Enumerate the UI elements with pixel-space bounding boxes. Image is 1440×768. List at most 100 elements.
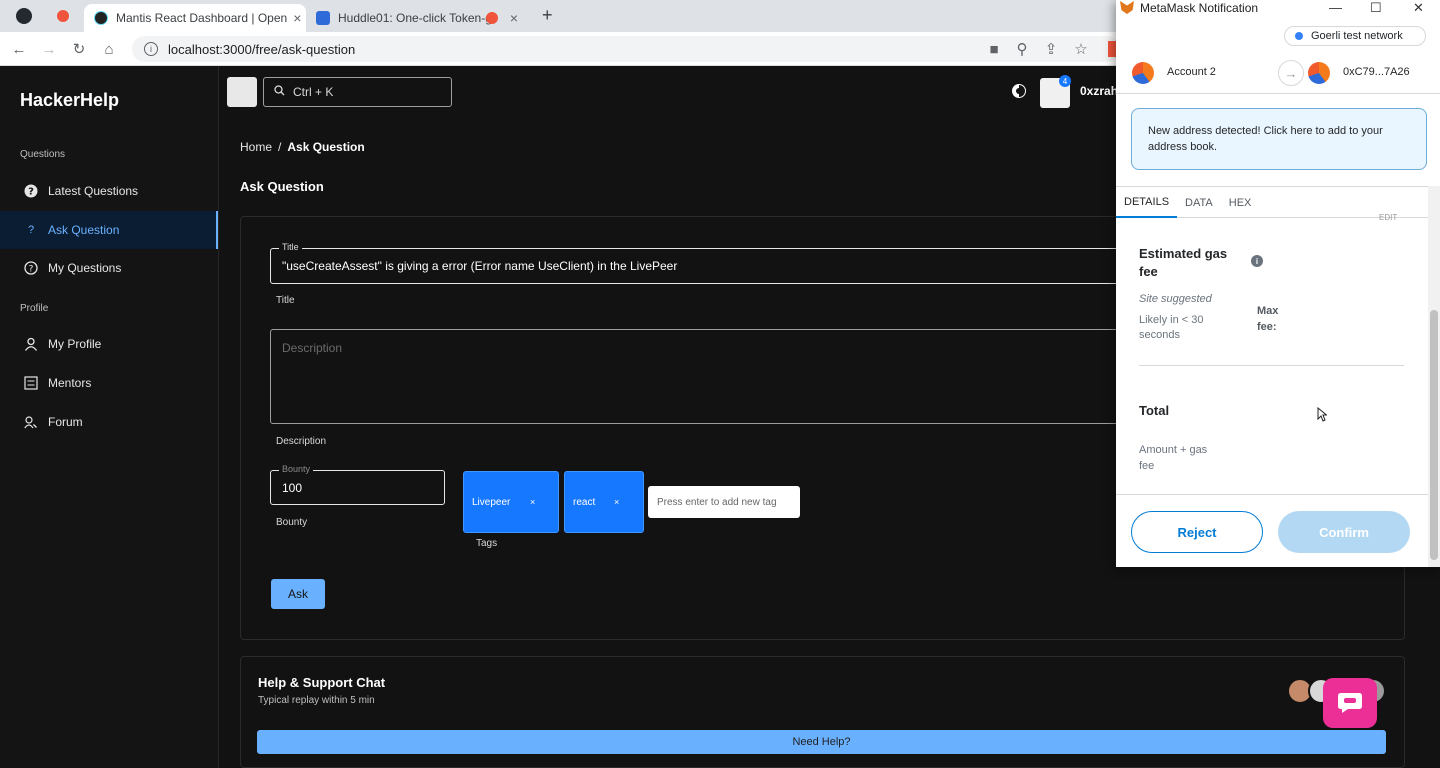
menu-toggle-button[interactable] xyxy=(227,77,257,107)
site-suggested: Site suggested xyxy=(1139,293,1212,305)
share-icon[interactable]: ⇪ xyxy=(1040,38,1062,60)
question-circle-icon: ? xyxy=(24,261,38,275)
sidebar-item-label: Ask Question xyxy=(48,223,120,237)
ask-button[interactable]: Ask xyxy=(271,579,325,609)
max-fee-line-1: Max xyxy=(1257,305,1279,317)
tab-huddle[interactable]: Huddle01: One-click Token-g × xyxy=(306,4,528,32)
new-address-alert[interactable]: New address detected! Click here to add … xyxy=(1131,108,1427,170)
recording-icon xyxy=(486,12,498,24)
tag-remove-icon[interactable]: × xyxy=(614,497,619,507)
recording-icon[interactable] xyxy=(57,10,69,22)
info-icon[interactable]: i xyxy=(144,42,158,56)
recipient-avatar-icon xyxy=(1308,62,1330,84)
tags-helper: Tags xyxy=(476,538,498,549)
section-questions: Questions xyxy=(20,149,66,160)
title-field[interactable]: Title "useCreateAssest" is giving a erro… xyxy=(270,242,1130,284)
network-selector[interactable]: Goerli test network xyxy=(1284,26,1426,46)
search-input[interactable]: Ctrl + K xyxy=(263,77,452,107)
to-address[interactable]: 0xC79...7A26 xyxy=(1343,66,1410,78)
notification-badge: 4 xyxy=(1059,75,1071,87)
theme-toggle-icon[interactable] xyxy=(1009,81,1029,101)
metamask-footer: Reject Confirm xyxy=(1116,494,1440,567)
star-icon[interactable]: ☆ xyxy=(1070,38,1092,60)
reload-icon[interactable]: ↻ xyxy=(68,38,90,60)
sidebar-item-mentors[interactable]: Mentors xyxy=(0,364,218,402)
breadcrumb: Home / Ask Question xyxy=(240,140,365,154)
network-dot-icon xyxy=(1295,32,1303,40)
likely-time-line-2: seconds xyxy=(1139,329,1180,341)
account-avatar-icon xyxy=(1132,62,1154,84)
tag-input[interactable]: Press enter to add new tag xyxy=(648,486,800,518)
github-icon[interactable] xyxy=(16,8,32,24)
metamask-titlebar: MetaMask Notification — ☐ ✕ xyxy=(1116,0,1440,18)
tag-label: Livepeer xyxy=(472,496,511,508)
chat-bubble-button[interactable] xyxy=(1323,678,1377,728)
description-field[interactable]: Description xyxy=(270,329,1130,424)
minimize-icon[interactable]: — xyxy=(1329,0,1342,15)
user-name[interactable]: 0xzrah xyxy=(1080,84,1118,98)
search-placeholder: Ctrl + K xyxy=(293,85,334,99)
tab-title: Huddle01: One-click Token-g xyxy=(338,11,492,25)
tag-input-placeholder: Press enter to add new tag xyxy=(657,496,777,508)
back-icon[interactable]: ← xyxy=(8,38,30,60)
question-icon: ? xyxy=(27,224,35,236)
amount-gas-fee: Amount + gas fee xyxy=(1139,442,1207,474)
likely-time: Likely in < 30 seconds xyxy=(1139,313,1204,343)
huddle-icon xyxy=(316,11,330,25)
breadcrumb-separator: / xyxy=(278,140,282,154)
tag-chip[interactable]: react × xyxy=(564,471,644,533)
info-icon[interactable]: i xyxy=(1251,255,1263,267)
gas-fee-title-line-1: Estimated gas xyxy=(1139,246,1228,261)
from-account[interactable]: Account 2 xyxy=(1167,66,1216,78)
react-icon xyxy=(94,11,108,25)
confirm-button[interactable]: Confirm xyxy=(1278,511,1410,553)
notification-button[interactable]: 4 xyxy=(1040,75,1071,108)
svg-text:?: ? xyxy=(28,187,34,198)
sidebar-item-my-questions[interactable]: ? My Questions xyxy=(0,249,218,287)
metamask-window: MetaMask Notification — ☐ ✕ Goerli test … xyxy=(1116,0,1440,567)
tag-chip[interactable]: Livepeer × xyxy=(463,471,559,533)
gas-fee-title: Estimated gas fee xyxy=(1139,245,1227,281)
sidebar-item-forum[interactable]: Forum xyxy=(0,403,218,441)
tab-details[interactable]: DETAILS xyxy=(1116,187,1178,218)
tab-mantis[interactable]: Mantis React Dashboard | Open × xyxy=(84,4,306,32)
sidebar-item-ask-question[interactable]: ? Ask Question xyxy=(0,211,218,249)
section-profile: Profile xyxy=(20,303,49,314)
title-value: "useCreateAssest" is giving a error (Err… xyxy=(282,259,678,273)
max-fee-line-2: fee: xyxy=(1257,321,1277,333)
zoom-icon[interactable]: ⚲ xyxy=(1011,38,1033,60)
sidebar-item-label: My Profile xyxy=(48,337,102,351)
network-name: Goerli test network xyxy=(1311,30,1403,42)
new-tab-button[interactable]: + xyxy=(542,5,553,26)
bounty-value: 100 xyxy=(282,481,303,495)
bounty-field[interactable]: Bounty 100 xyxy=(270,464,445,505)
close-icon[interactable]: × xyxy=(504,10,518,26)
close-icon[interactable]: × xyxy=(287,10,301,26)
tab-data[interactable]: DATA xyxy=(1177,187,1221,218)
edit-link[interactable]: EDIT xyxy=(1379,213,1397,221)
sidebar-item-latest-questions[interactable]: ? Latest Questions xyxy=(0,172,218,210)
address-bar[interactable]: i localhost:3000/free/ask-question xyxy=(132,36,1120,62)
window-title: MetaMask Notification xyxy=(1140,1,1259,15)
forward-icon[interactable]: → xyxy=(38,38,60,60)
extension-icon[interactable] xyxy=(1108,41,1116,57)
scrollbar-thumb[interactable] xyxy=(1430,310,1438,560)
reject-button[interactable]: Reject xyxy=(1131,511,1263,553)
max-fee: Max fee: xyxy=(1257,303,1278,335)
brand-logo[interactable]: HackerHelp xyxy=(20,90,119,111)
tag-remove-icon[interactable]: × xyxy=(530,497,535,507)
sidebar-item-my-profile[interactable]: My Profile xyxy=(0,325,218,363)
tab-title: Mantis React Dashboard | Open xyxy=(116,11,288,25)
maximize-icon[interactable]: ☐ xyxy=(1370,0,1382,16)
camera-icon[interactable]: ■ xyxy=(983,38,1005,60)
gas-fee-title-line-2: fee xyxy=(1139,264,1158,279)
home-icon[interactable]: ⌂ xyxy=(98,38,120,60)
bounty-helper: Bounty xyxy=(276,517,308,528)
tab-hex[interactable]: HEX xyxy=(1221,187,1260,218)
need-help-button[interactable]: Need Help? xyxy=(257,730,1386,754)
breadcrumb-home[interactable]: Home xyxy=(240,140,272,154)
metamask-scrollbar[interactable] xyxy=(1428,186,1440,567)
close-icon[interactable]: ✕ xyxy=(1413,0,1424,16)
user-icon xyxy=(24,337,38,351)
chat-icon xyxy=(1338,693,1362,713)
